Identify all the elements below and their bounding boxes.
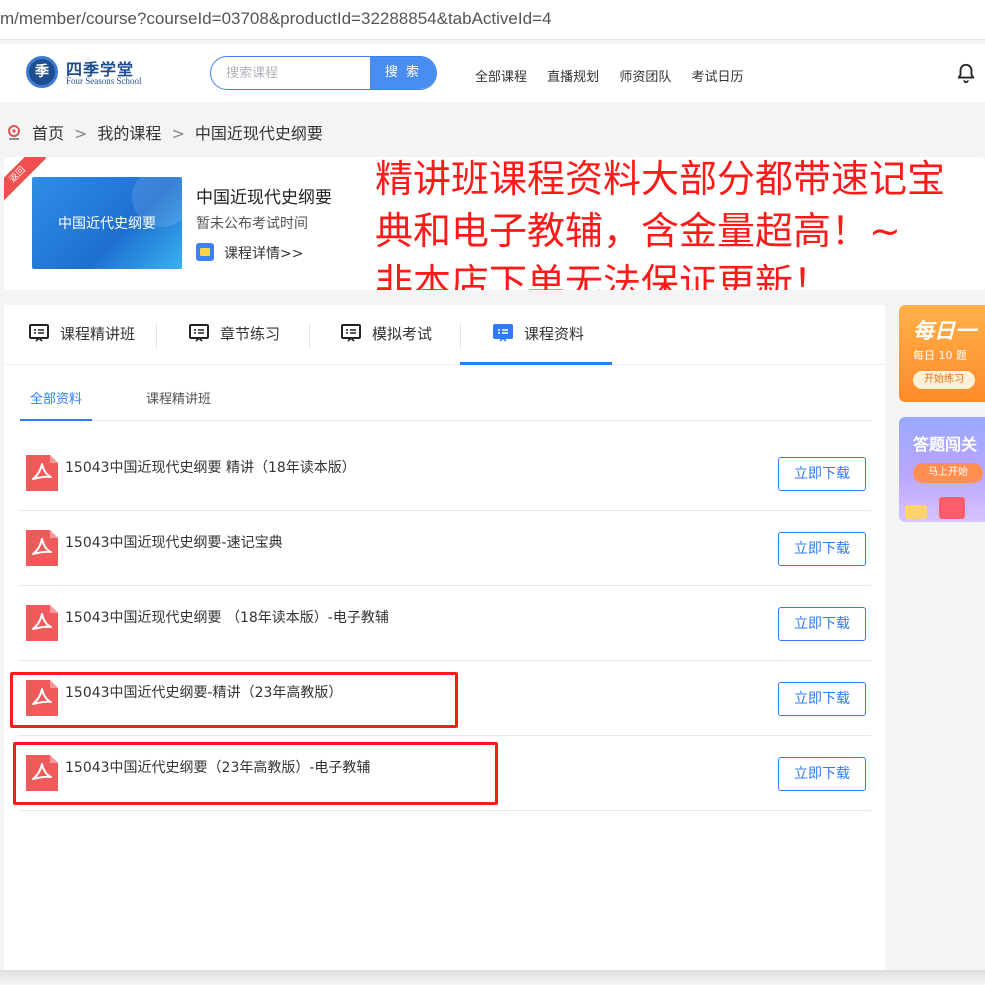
download-button[interactable]: 立即下载 [778,457,866,491]
nav-live-plan[interactable]: 直播规划 [547,70,599,85]
nav-teachers[interactable]: 师资团队 [619,70,671,85]
gift-icon [905,505,927,519]
subtab-all-materials[interactable]: 全部资料 [20,385,92,421]
download-button[interactable]: 立即下载 [778,757,866,791]
breadcrumb-my-courses[interactable]: 我的课程 [97,124,161,143]
gift-icon [939,497,965,519]
course-detail-label[interactable]: 课程详情>> [224,246,303,262]
material-row: 15043中国近现代史纲要-速记宝典 立即下载 [18,511,871,586]
download-button[interactable]: 立即下载 [778,532,866,566]
bottom-edge [0,970,985,985]
site-header: 季 四季学堂 Four Seasons School 搜 索 全部课程 直播规划… [0,44,985,102]
breadcrumb-home[interactable]: 首页 [32,124,64,143]
presentation-icon [29,324,49,342]
promo-overlay-text: 精讲班课程资料大部分都带速记宝 典和电子教辅，含金量超高！~ 非本店下单无法保证… [375,157,945,290]
tab-chapter-practice-label[interactable]: 章节练习 [220,325,280,343]
pdf-file-icon [26,455,58,491]
course-title: 中国近现代史纲要 [196,188,332,208]
course-main-panel: 课程精讲班 章节练习 模拟考试 课程资料 全部资料 课程精讲班 15043中国近… [4,305,885,970]
overlay-line-3: 非本店下单无法保证更新！ [375,261,832,290]
material-filter-tabs: 全部资料 课程精讲班 [18,385,871,421]
start-quiz-button[interactable]: 马上开始 [913,463,983,483]
presentation-icon [189,324,209,342]
tab-materials-label[interactable]: 课程资料 [524,325,584,343]
tab-divider [156,323,157,349]
quiz-challenge-card[interactable]: 答题闯关 马上开始 [899,417,985,522]
highlight-box [13,742,498,805]
tab-lectures[interactable]: 课程精讲班 [28,305,135,365]
tab-mock-exam[interactable]: 模拟考试 [340,305,432,365]
daily-title: 每日一 [913,319,976,343]
pdf-file-icon [26,530,58,566]
course-info-card: 返回 中国近代史纲要 中国近现代史纲要 暂未公布考试时间 课程详情>> 精讲班课… [4,157,985,290]
download-button[interactable]: 立即下载 [778,682,866,716]
nav-exam-calendar[interactable]: 考试日历 [691,70,743,85]
search-input[interactable] [211,57,371,89]
thumbnail-title: 中国近代史纲要 [58,216,156,232]
daily-practice-card[interactable]: 每日一 每日 10 题 开始练习 [899,305,985,402]
location-pin-icon [8,125,20,140]
subtab-lectures[interactable]: 课程精讲班 [146,385,211,421]
tab-divider [309,323,310,349]
tab-lectures-label[interactable]: 课程精讲班 [60,325,135,343]
presentation-icon [493,324,513,342]
overlay-line-2: 典和电子教辅，含金量超高！~ [375,209,901,253]
tab-materials[interactable]: 课程资料 [460,305,612,365]
start-practice-button[interactable]: 开始练习 [913,371,975,389]
material-name: 15043中国近现代史纲要-速记宝典 [65,535,283,551]
download-button[interactable]: 立即下载 [778,607,866,641]
course-thumbnail: 中国近代史纲要 [32,177,182,269]
search-button[interactable]: 搜 索 [370,57,436,89]
site-logo[interactable]: 季 四季学堂 Four Seasons School [26,56,156,90]
top-nav: 全部课程 直播规划 师资团队 考试日历 [475,66,759,85]
url-text[interactable]: m/member/course?courseId=03708&productId… [0,9,551,29]
material-row: 15043中国近现代史纲要 精讲（18年读本版） 立即下载 [18,436,871,511]
presentation-icon [341,324,361,342]
pdf-file-icon [26,605,58,641]
material-row: 15043中国近现代史纲要 （18年读本版）-电子教辅 立即下载 [18,586,871,661]
logo-mark: 季 [26,56,58,88]
breadcrumb-current: 中国近现代史纲要 [194,124,323,143]
breadcrumb-separator: > [171,124,185,143]
browser-address-bar[interactable]: m/member/course?courseId=03708&productId… [0,0,985,40]
tab-mock-exam-label[interactable]: 模拟考试 [372,325,432,343]
breadcrumb: 首页 > 我的课程 > 中国近现代史纲要 [6,120,323,144]
highlight-box [10,672,458,728]
course-tabs: 课程精讲班 章节练习 模拟考试 课程资料 [4,305,885,365]
document-icon [196,243,214,261]
quiz-title: 答题闯关 [913,435,978,454]
material-name: 15043中国近现代史纲要 （18年读本版）-电子教辅 [65,610,389,626]
search-box: 搜 索 [210,56,437,90]
material-name: 15043中国近现代史纲要 精讲（18年读本版） [65,460,356,476]
breadcrumb-separator: > [74,124,88,143]
logo-english: Four Seasons School [66,76,142,86]
exam-time: 暂未公布考试时间 [196,216,308,232]
overlay-line-1: 精讲班课程资料大部分都带速记宝 [375,157,946,201]
bell-icon[interactable] [955,62,977,84]
tab-chapter-practice[interactable]: 章节练习 [188,305,280,365]
course-detail-link[interactable]: 课程详情>> [196,243,303,263]
nav-all-courses[interactable]: 全部课程 [475,70,527,85]
daily-subtitle: 每日 10 题 [913,349,967,362]
